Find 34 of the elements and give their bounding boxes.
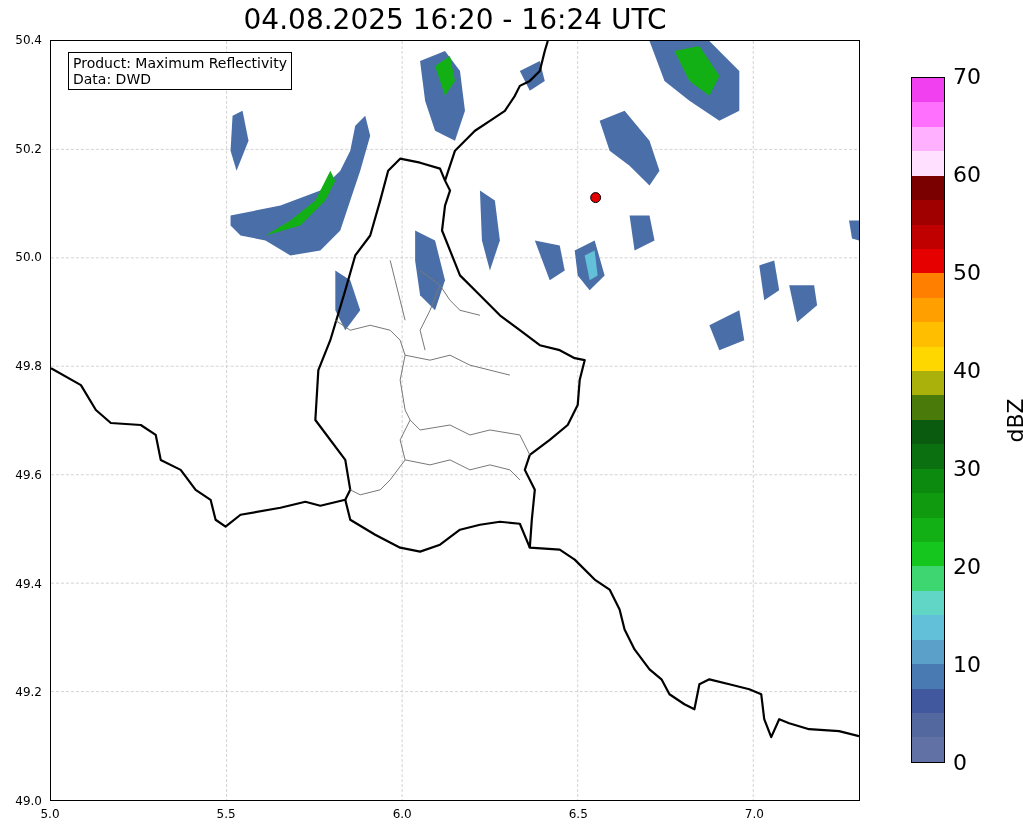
colorbar-tick-label: 40	[953, 359, 981, 383]
axis-tick-label: 50.0	[15, 250, 42, 265]
radar-echo	[534, 240, 565, 281]
colorbar-tick-label: 60	[953, 163, 981, 187]
legend-text: Data: DWD	[73, 71, 152, 87]
legend-text: Product: Maximum Reflectivity	[73, 55, 287, 71]
chart-title: 04.08.2025 16:20 - 16:24 UTC	[243, 4, 667, 36]
radar-echo	[629, 215, 655, 251]
axis-tick-label: 49.4	[15, 576, 42, 591]
axis-tick-label: 7.0	[744, 807, 764, 821]
colorbar-tick-label: 30	[953, 457, 981, 481]
colorbar-tick-label: 0	[953, 751, 967, 775]
axis-tick-label: 50.2	[15, 141, 42, 156]
colorbar-tick-label: 10	[953, 653, 981, 677]
radar-echo	[519, 60, 545, 91]
axis-tick-label: 49.8	[15, 359, 42, 374]
axis-tick-label: 50.4	[15, 33, 42, 47]
axis-tick-label: 5.5	[216, 807, 236, 821]
colorbar-label: dBZ	[1002, 397, 1023, 443]
axis-tick-label: 49.2	[15, 685, 42, 700]
axis-tick-label: 6.0	[392, 807, 412, 821]
axis-tick-label: 5.0	[40, 807, 60, 821]
axis-tick-label: 49.6	[15, 467, 42, 482]
radar-site-marker	[590, 192, 602, 204]
colorbar-tick-label: 50	[953, 261, 981, 285]
radar-echo	[759, 260, 780, 301]
radar-echo	[849, 220, 859, 241]
axis-tick-label: 6.5	[568, 807, 588, 821]
radar-echo	[709, 310, 745, 351]
axis-tick-label: 49.0	[15, 794, 42, 808]
radar-echo	[335, 270, 361, 331]
colorbar-tick-label: 70	[953, 65, 981, 89]
radar-echo	[789, 285, 818, 323]
colorbar-tick-label: 20	[953, 555, 981, 579]
